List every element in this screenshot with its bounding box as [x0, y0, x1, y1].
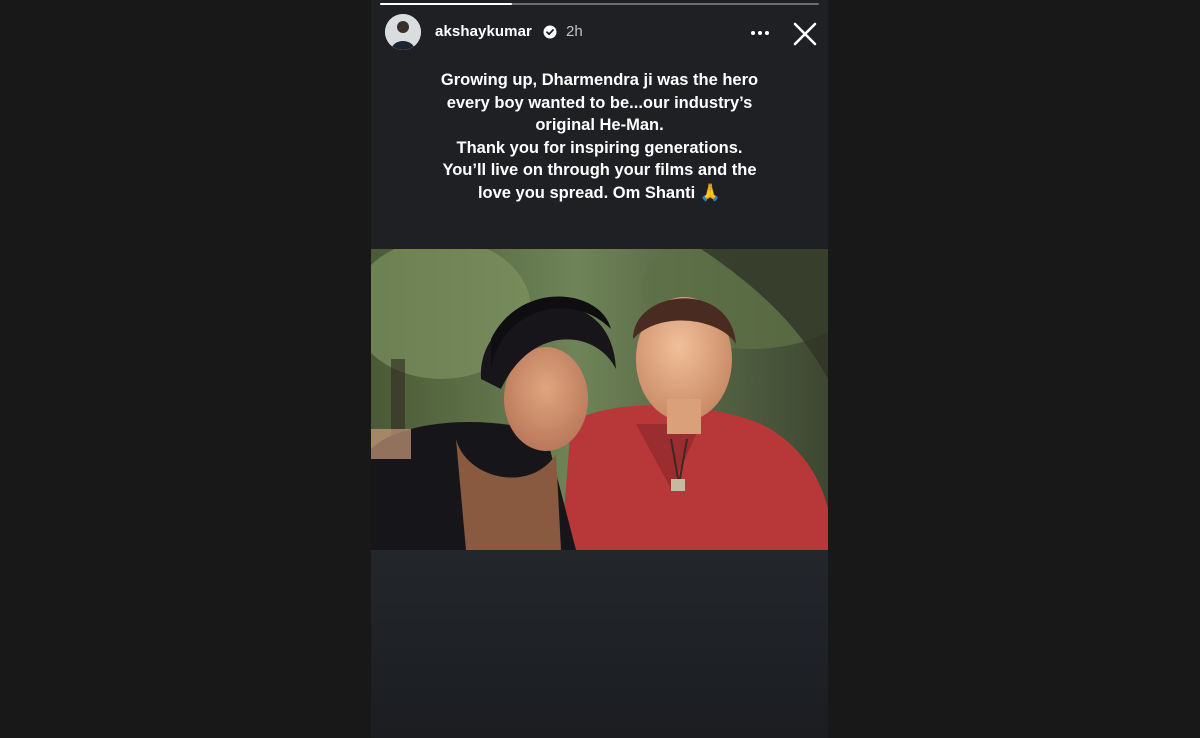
caption-line: every boy wanted to be...our industry’s	[446, 93, 753, 112]
story-progress-bar	[380, 3, 819, 5]
story-caption: Growing up, Dharmendra ji was the hero e…	[391, 69, 808, 204]
close-icon[interactable]	[791, 20, 819, 48]
story-viewer[interactable]: akshaykumar 2h Growing up, Dharmendra ji…	[371, 0, 828, 738]
folded-hands-emoji: 🙏	[699, 182, 722, 202]
caption-line: You’ll live on through your films and th…	[442, 161, 757, 179]
verified-badge-icon	[543, 25, 557, 39]
caption-line: Growing up, Dharmendra ji was the hero	[440, 71, 759, 89]
caption-line-text: love you spread. Om Shanti	[477, 183, 696, 202]
caption-line: Thank you for inspiring generations.	[456, 138, 743, 157]
caption-line: original He-Man.	[535, 116, 664, 134]
story-bottom-area	[371, 550, 828, 738]
avatar[interactable]	[385, 14, 421, 50]
story-progress-fill	[380, 3, 512, 5]
username[interactable]: akshaykumar	[435, 23, 532, 40]
story-photo	[371, 249, 828, 550]
caption-line: love you spread. Om Shanti 🙏	[391, 182, 808, 205]
post-time: 2h	[566, 23, 583, 40]
more-options-icon[interactable]	[748, 22, 772, 44]
story-header: akshaykumar 2h	[371, 12, 828, 56]
